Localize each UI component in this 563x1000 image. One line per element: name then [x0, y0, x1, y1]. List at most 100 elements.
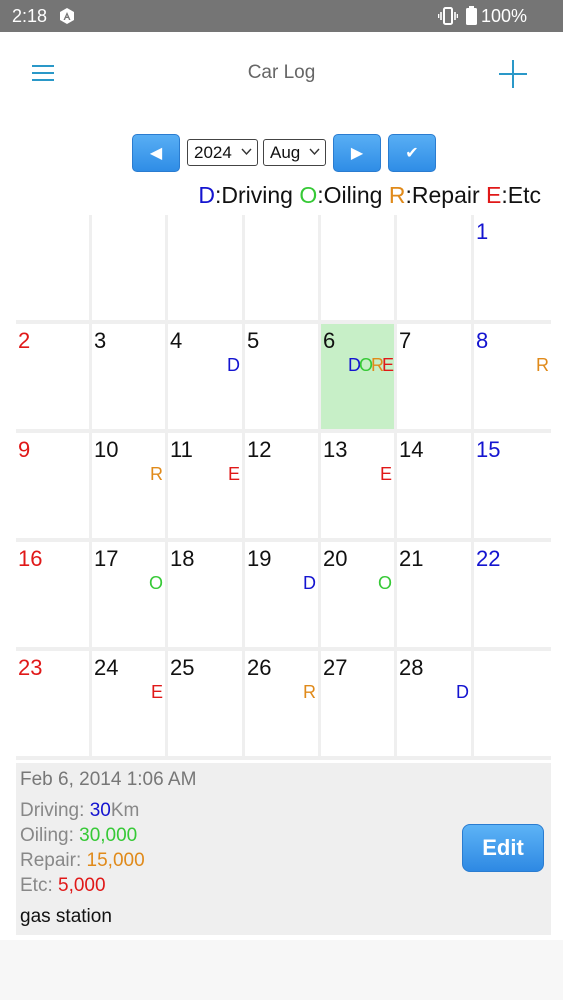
calendar-day-11[interactable]: 11 E — [168, 433, 242, 538]
log-mark: R — [303, 682, 316, 702]
calendar-empty-cell — [168, 215, 242, 320]
day-number: 10 — [94, 437, 119, 462]
day-number: 4 — [170, 328, 183, 353]
calendar-day-7[interactable]: 7 — [397, 324, 471, 429]
calendar-day-8[interactable]: 8R — [474, 324, 551, 429]
day-number: 9 — [18, 437, 31, 462]
legend-etc-key: E — [486, 182, 502, 208]
day-log-marks: R — [303, 682, 316, 703]
app-notification-icon — [60, 8, 74, 24]
calendar-day-27[interactable]: 27 — [321, 651, 394, 756]
status-bar: 2:18 100% — [0, 0, 563, 32]
log-mark: E — [379, 464, 392, 484]
month-value: Aug — [270, 142, 301, 162]
next-month-button[interactable]: ▶ — [333, 134, 381, 172]
day-number: 27 — [323, 655, 348, 680]
day-log-marks: DORE — [347, 355, 394, 376]
calendar-empty-cell — [321, 215, 394, 320]
year-value: 2024 — [194, 142, 232, 162]
calendar-empty-cell — [92, 215, 165, 320]
calendar-day-10[interactable]: 10 R — [92, 433, 165, 538]
legend-driving-key: D — [198, 182, 216, 208]
day-log-marks: D — [227, 355, 240, 376]
calendar-day-4[interactable]: 4D — [168, 324, 242, 429]
calendar-empty-cell — [16, 215, 89, 320]
calendar-day-28[interactable]: 28 D — [397, 651, 471, 756]
log-mark: E — [150, 682, 163, 702]
calendar-day-13[interactable]: 13 E — [321, 433, 394, 538]
chevron-down-icon — [241, 148, 252, 156]
battery-icon — [466, 6, 477, 25]
day-number: 21 — [399, 546, 424, 571]
log-mark: R — [370, 355, 384, 375]
calendar-day-24[interactable]: 24 E — [92, 651, 165, 756]
log-mark: O — [358, 355, 373, 375]
bottom-area — [0, 940, 563, 1000]
calendar-day-21[interactable]: 21 — [397, 542, 471, 647]
log-mark: O — [377, 573, 392, 593]
calendar-day-17[interactable]: 17 O — [92, 542, 165, 647]
log-datetime: Feb 6, 2014 1:06 AM — [20, 769, 197, 790]
day-number: 1 — [476, 219, 489, 244]
legend-repair-key: R — [388, 182, 406, 208]
day-number: 15 — [476, 437, 501, 462]
day-number: 25 — [170, 655, 195, 680]
day-log-marks: E — [380, 464, 392, 485]
calendar-day-2[interactable]: 2 — [16, 324, 89, 429]
log-mark: R — [536, 355, 549, 375]
driving-value: 30 — [89, 800, 111, 821]
previous-month-button[interactable]: ◀ — [132, 134, 180, 172]
log-mark: R — [150, 464, 163, 484]
calendar-day-9[interactable]: 9 — [16, 433, 89, 538]
calendar-day-12[interactable]: 12 — [245, 433, 318, 538]
log-mark: D — [347, 355, 361, 375]
day-log-marks: E — [228, 464, 240, 485]
year-select[interactable]: 2024 — [187, 139, 258, 166]
legend: D:Driving O:Oiling R:Repair E:Etc — [198, 182, 541, 209]
calendar-day-23[interactable]: 23 — [16, 651, 89, 756]
log-mark: E — [381, 355, 394, 375]
calendar-day-26[interactable]: 26 R — [245, 651, 318, 756]
calendar-day-19[interactable]: 19 D — [245, 542, 318, 647]
day-number: 12 — [247, 437, 272, 462]
edit-button[interactable]: Edit — [462, 824, 544, 872]
status-time: 2:18 — [12, 6, 48, 26]
calendar-grid: 1 2 3 4 D 5 6 DORE 7 8 R 9 10 R 11 E 12 13 E 14 15 16 17 O 18 19 D… — [16, 215, 551, 760]
day-number: 19 — [247, 546, 272, 571]
day-log-marks: D — [456, 682, 469, 703]
add-icon[interactable] — [499, 60, 527, 88]
calendar-day-22[interactable]: 22 — [474, 542, 551, 647]
driving-line: Driving: 30Km — [20, 800, 139, 822]
log-detail-panel: Feb 6, 2014 1:06 AM Driving: 30Km Oiling… — [16, 763, 551, 935]
month-select[interactable]: Aug — [263, 139, 326, 166]
app-bar: Car Log — [0, 32, 563, 114]
day-number: 18 — [170, 546, 195, 571]
day-number: 24 — [94, 655, 119, 680]
calendar-day-16[interactable]: 16 — [16, 542, 89, 647]
driving-unit: Km — [110, 800, 140, 821]
calendar-day-25[interactable]: 25 — [168, 651, 242, 756]
etc-label: Etc: — [20, 875, 59, 896]
vibrate-icon — [438, 7, 458, 25]
day-number: 6 — [323, 328, 336, 353]
calendar-day-18[interactable]: 18 — [168, 542, 242, 647]
day-number: 2 — [18, 328, 31, 353]
calendar-empty-cell — [397, 215, 471, 320]
etc-line: Etc: 5,000 — [20, 875, 106, 897]
confirm-button[interactable]: ✔ — [388, 134, 436, 172]
calendar-day-3[interactable]: 3 — [92, 324, 165, 429]
calendar-empty-cell — [474, 651, 551, 756]
calendar-day-20[interactable]: 20 O — [321, 542, 394, 647]
calendar-day-6[interactable]: 6 DORE — [321, 324, 394, 429]
day-log-marks: E — [151, 682, 163, 703]
day-number: 23 — [18, 655, 43, 680]
log-mark: D — [303, 573, 316, 593]
calendar-day-1[interactable]: 1 — [474, 215, 551, 320]
day-number: 7 — [399, 328, 412, 353]
legend-driving-label: :Driving — [215, 182, 293, 208]
oiling-label: Oiling: — [20, 825, 80, 846]
calendar-day-14[interactable]: 14 — [397, 433, 471, 538]
calendar-day-15[interactable]: 15 — [474, 433, 551, 538]
log-note: gas station — [20, 906, 112, 927]
calendar-day-5[interactable]: 5 — [245, 324, 318, 429]
